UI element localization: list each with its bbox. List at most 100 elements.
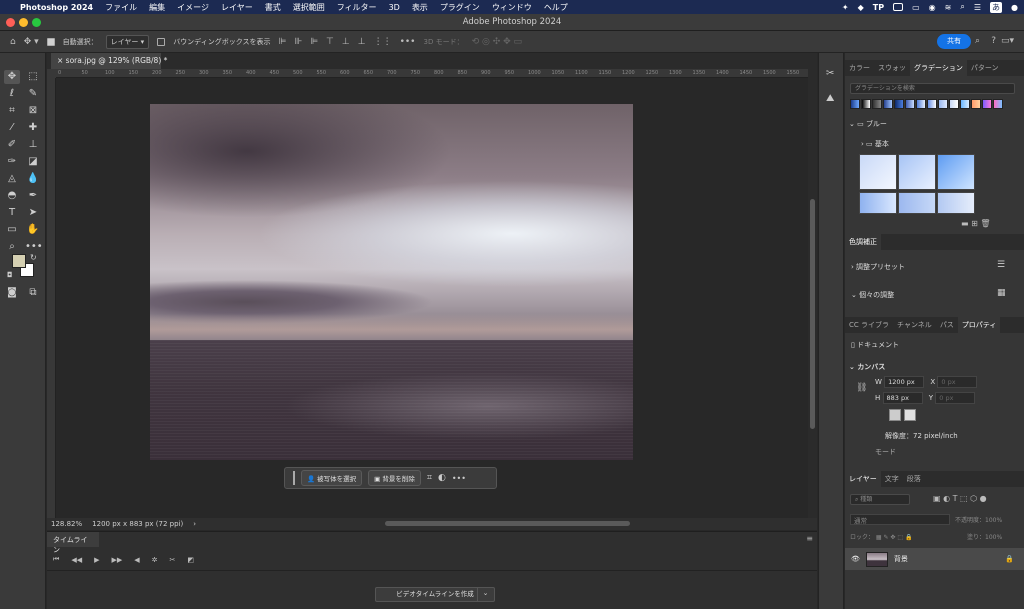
tray-tp[interactable]: TP (873, 3, 884, 12)
menu-type[interactable]: 書式 (265, 2, 281, 13)
quick-mask-icon[interactable]: ◙ (4, 286, 20, 300)
height-input[interactable]: 883 px (882, 392, 923, 404)
line-icon[interactable]: ◉ (929, 3, 936, 12)
tab-layers[interactable]: レイヤー (845, 471, 881, 487)
search-icon[interactable]: ⌕ (960, 2, 964, 12)
align-bottom-icon[interactable]: ⊥ (358, 37, 366, 47)
portrait-orientation-icon[interactable] (889, 409, 901, 421)
search-icon[interactable]: ⌕ (975, 36, 980, 46)
menu-filter[interactable]: フィルター (337, 2, 377, 13)
blend-mode-dropdown[interactable]: 通常 (850, 514, 950, 525)
more-button[interactable]: ••• (452, 474, 466, 483)
move-tool-icon[interactable]: ✥ (4, 70, 20, 84)
horizontal-scroll-thumb[interactable] (385, 521, 630, 526)
split-icon[interactable]: ✂ (170, 556, 176, 564)
gradient-thumb[interactable] (859, 154, 897, 190)
auto-select-dropdown[interactable]: レイヤー ▾ (105, 34, 150, 49)
menu-window[interactable]: ウィンドウ (492, 2, 532, 13)
tab-paragraph[interactable]: 段落 (903, 471, 925, 487)
play-icon[interactable]: ▶ (94, 556, 99, 564)
layer-lock-icon[interactable]: 🔒 (1005, 555, 1014, 563)
gradient-swatch[interactable] (872, 99, 882, 109)
type-tool-icon[interactable]: T (4, 206, 20, 220)
gradient-swatch[interactable] (861, 99, 871, 109)
gradient-swatch[interactable] (949, 99, 959, 109)
tab-patterns[interactable]: パターン (967, 60, 1003, 76)
gradient-thumb[interactable] (898, 154, 936, 190)
hand-tool-icon[interactable]: ✋ (25, 223, 41, 237)
select-subject-button[interactable]: 👤 被写体を選択 (301, 470, 363, 486)
align-right-icon[interactable]: ⊫ (310, 37, 318, 47)
rectangle-tool-icon[interactable]: ▭ (4, 223, 20, 237)
gradient-swatch[interactable] (927, 99, 937, 109)
link-dimensions-icon[interactable]: ⛓ (856, 383, 867, 393)
crop-tool-icon[interactable]: ⌗ (4, 104, 20, 118)
adjustment-icon[interactable]: ◐ (438, 473, 446, 483)
timeline-tab[interactable]: タイムライン (47, 532, 99, 554)
wifi-icon[interactable]: ≋ (945, 3, 952, 12)
foreground-color-swatch[interactable] (12, 254, 26, 268)
menu-help[interactable]: ヘルプ (544, 2, 568, 13)
document-image[interactable] (150, 104, 633, 460)
zoom-tool-icon[interactable]: ⌕ (4, 240, 20, 254)
dropbox-icon[interactable]: ◆ (858, 3, 864, 12)
layer-visibility-icon[interactable]: 👁 (851, 555, 860, 563)
remove-background-button[interactable]: ▣ 背景を削除 (368, 470, 421, 486)
tab-color[interactable]: カラー (845, 60, 874, 76)
menu-3d[interactable]: 3D (389, 3, 400, 12)
history-brush-tool-icon[interactable]: ✑ (4, 155, 20, 169)
gradient-swatch[interactable] (894, 99, 904, 109)
gradient-swatch[interactable] (938, 99, 948, 109)
siri-icon[interactable]: ● (1011, 3, 1018, 12)
share-button[interactable]: 共有 (937, 34, 971, 49)
move-tool-preset-icon[interactable]: ✥ ▾ (24, 37, 39, 47)
auto-select-checkbox[interactable] (46, 37, 55, 46)
tab-adjustments[interactable]: 色調補正 (845, 234, 881, 250)
lasso-tool-icon[interactable]: ℓ (4, 87, 20, 101)
frame-tool-icon[interactable]: ⊠ (25, 104, 41, 118)
align-center-icon[interactable]: ⊪ (294, 37, 302, 47)
eraser-tool-icon[interactable]: ◪ (25, 155, 41, 169)
settings-icon[interactable]: ✲ (152, 556, 158, 564)
layer-row-background[interactable]: 👁 背景 🔒 (845, 548, 1024, 570)
horizontal-ruler[interactable]: 0 50 100 150 200 250 300 350 400 450 500 550 600 650 7… (56, 69, 808, 78)
paint-bucket-tool-icon[interactable]: ◬ (4, 172, 20, 186)
tab-paths[interactable]: パス (936, 317, 958, 333)
menu-file[interactable]: ファイル (105, 2, 137, 13)
gradient-swatch[interactable] (905, 99, 915, 109)
tab-cc-libraries[interactable]: CC ライブラ (845, 317, 893, 333)
app-menu[interactable]: Photoshop 2024 (20, 3, 93, 12)
width-input[interactable]: 1200 px (884, 376, 925, 388)
canvas-section[interactable]: ⌄ カンバス (849, 362, 1024, 372)
landscape-orientation-icon[interactable] (904, 409, 916, 421)
transform-icon[interactable]: ⌗ (427, 473, 432, 483)
menu-image[interactable]: イメージ (177, 2, 209, 13)
more-options-icon[interactable]: ••• (400, 37, 416, 47)
tab-gradients[interactable]: グラデーション (910, 60, 967, 76)
timeline-type-dropdown[interactable]: ⌄ (477, 587, 493, 602)
task-bar-handle[interactable] (293, 471, 295, 485)
eyedropper-tool-icon[interactable]: ⁄ (4, 121, 20, 135)
tab-properties[interactable]: プロパティ (957, 317, 1001, 333)
vertical-scrollbar[interactable] (808, 69, 817, 518)
opacity-control[interactable]: 不透明度：100% (955, 515, 1002, 524)
tab-channels[interactable]: チャンネル (893, 317, 936, 333)
fill-control[interactable]: 塗り：100% (967, 532, 1002, 541)
gradient-swatch[interactable] (850, 99, 860, 109)
marquee-tool-icon[interactable]: ⬚ (25, 70, 41, 84)
gradient-swatch[interactable] (993, 99, 1003, 109)
display-icon[interactable] (893, 3, 904, 11)
more-tools-icon[interactable]: ••• (25, 240, 43, 254)
gradient-swatch[interactable] (916, 99, 926, 109)
align-middle-icon[interactable]: ⊥ (342, 37, 350, 47)
blur-tool-icon[interactable]: 💧 (25, 172, 41, 186)
menu-select[interactable]: 選択範囲 (293, 2, 325, 13)
learn-icon[interactable]: ⛰ (826, 93, 834, 104)
control-center-icon[interactable]: ☰ (974, 3, 981, 12)
close-tab-icon[interactable]: × (57, 56, 66, 65)
grid-view-icon[interactable]: ▦ (997, 288, 1006, 298)
audio-icon[interactable]: ◀ (134, 556, 139, 564)
screen-mode-icon[interactable]: ⧉ (25, 286, 41, 300)
default-colors-icon[interactable]: ◘ (7, 271, 13, 279)
gradient-swatch[interactable] (982, 99, 992, 109)
